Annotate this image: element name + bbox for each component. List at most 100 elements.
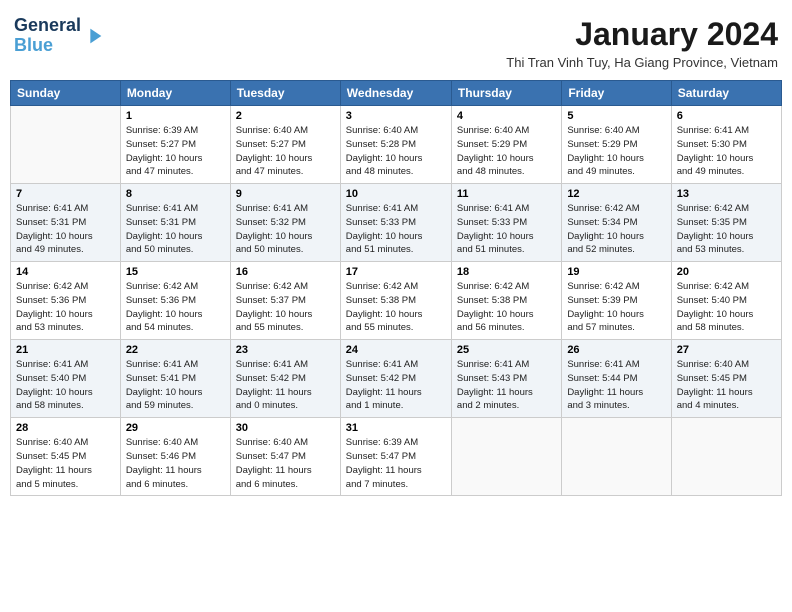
calendar-cell: 12 Sunrise: 6:42 AMSunset: 5:34 PMDayligh… [562,184,671,262]
day-info: Sunrise: 6:40 AMSunset: 5:28 PMDaylight:… [346,124,446,179]
day-number: 17 [346,266,446,278]
day-number: 7 [16,188,115,200]
calendar-cell: 9Sunrise: 6:41 AMSunset: 5:32 PMDaylight… [230,184,340,262]
calendar-cell: 16Sunrise: 6:42 AMSunset: 5:37 PMDayligh… [230,262,340,340]
day-info: Sunrise: 6:41 AMSunset: 5:41 PMDaylight:… [126,358,225,413]
title-section: January 2024 Thi Tran Vinh Tuy, Ha Giang… [506,16,778,70]
day-info: Sunrise: 6:41 AMSunset: 5:31 PMDaylight:… [126,202,225,257]
calendar-cell: 31 Sunrise: 6:39 AMSunset: 5:47 PMDayligh… [340,418,451,496]
calendar-cell: 30 Sunrise: 6:40 AMSunset: 5:47 PMDayligh… [230,418,340,496]
day-number: 21 [16,344,115,356]
day-info: Sunrise: 6:41 AMSunset: 5:44 PMDaylight:… [567,358,665,413]
day-info: Sunrise: 6:42 AMSunset: 5:36 PMDaylight:… [16,280,115,335]
day-number: 5 [567,110,665,122]
calendar-cell: 20 Sunrise: 6:42 AMSunset: 5:40 PMDayligh… [671,262,781,340]
calendar-cell: 24Sunrise: 6:41 AMSunset: 5:42 PMDayligh… [340,340,451,418]
calendar-cell: 23Sunrise: 6:41 AMSunset: 5:42 PMDayligh… [230,340,340,418]
day-number: 23 [236,344,335,356]
day-info: Sunrise: 6:41 AMSunset: 5:33 PMDaylight:… [457,202,556,257]
day-number: 25 [457,344,556,356]
day-number: 15 [126,266,225,278]
calendar-cell: 10 Sunrise: 6:41 AMSunset: 5:33 PMDayligh… [340,184,451,262]
day-info: Sunrise: 6:42 AMSunset: 5:34 PMDaylight:… [567,202,665,257]
calendar-cell: 15Sunrise: 6:42 AMSunset: 5:36 PMDayligh… [120,262,230,340]
day-info: Sunrise: 6:40 AMSunset: 5:47 PMDaylight:… [236,436,335,491]
calendar-week-row: 1 Sunrise: 6:39 AMSunset: 5:27 PMDaylight… [11,106,782,184]
day-number: 13 [677,188,776,200]
calendar-week-row: 14Sunrise: 6:42 AMSunset: 5:36 PMDayligh… [11,262,782,340]
calendar-cell: 25 Sunrise: 6:41 AMSunset: 5:43 PMDayligh… [451,340,561,418]
weekday-header-thursday: Thursday [451,81,561,106]
day-number: 12 [567,188,665,200]
day-number: 18 [457,266,556,278]
calendar-cell: 21 Sunrise: 6:41 AMSunset: 5:40 PMDayligh… [11,340,121,418]
calendar-header-row: SundayMondayTuesdayWednesdayThursdayFrid… [11,81,782,106]
weekday-header-sunday: Sunday [11,81,121,106]
calendar-cell: 6 Sunrise: 6:41 AMSunset: 5:30 PMDaylight… [671,106,781,184]
calendar-cell: 14Sunrise: 6:42 AMSunset: 5:36 PMDayligh… [11,262,121,340]
day-number: 8 [126,188,225,200]
day-info: Sunrise: 6:41 AMSunset: 5:40 PMDaylight:… [16,358,115,413]
day-number: 22 [126,344,225,356]
calendar-cell: 3 Sunrise: 6:40 AMSunset: 5:28 PMDaylight… [340,106,451,184]
day-info: Sunrise: 6:41 AMSunset: 5:31 PMDaylight:… [16,202,115,257]
location-subtitle: Thi Tran Vinh Tuy, Ha Giang Province, Vi… [506,55,778,70]
calendar-cell: 19Sunrise: 6:42 AMSunset: 5:39 PMDayligh… [562,262,671,340]
logo-text: GeneralBlue [14,16,81,56]
day-info: Sunrise: 6:40 AMSunset: 5:46 PMDaylight:… [126,436,225,491]
calendar-cell: 22 Sunrise: 6:41 AMSunset: 5:41 PMDayligh… [120,340,230,418]
day-number: 26 [567,344,665,356]
calendar-cell: 7 Sunrise: 6:41 AMSunset: 5:31 PMDaylight… [11,184,121,262]
day-info: Sunrise: 6:40 AMSunset: 5:45 PMDaylight:… [677,358,776,413]
day-info: Sunrise: 6:39 AMSunset: 5:47 PMDaylight:… [346,436,446,491]
calendar-cell: 29 Sunrise: 6:40 AMSunset: 5:46 PMDayligh… [120,418,230,496]
day-info: Sunrise: 6:41 AMSunset: 5:33 PMDaylight:… [346,202,446,257]
weekday-header-saturday: Saturday [671,81,781,106]
day-number: 10 [346,188,446,200]
calendar-cell: 4 Sunrise: 6:40 AMSunset: 5:29 PMDaylight… [451,106,561,184]
day-number: 30 [236,422,335,434]
day-info: Sunrise: 6:41 AMSunset: 5:30 PMDaylight:… [677,124,776,179]
day-info: Sunrise: 6:40 AMSunset: 5:45 PMDaylight:… [16,436,115,491]
day-number: 4 [457,110,556,122]
day-info: Sunrise: 6:41 AMSunset: 5:42 PMDaylight:… [346,358,446,413]
calendar-cell [451,418,561,496]
day-info: Sunrise: 6:40 AMSunset: 5:29 PMDaylight:… [457,124,556,179]
day-number: 2 [236,110,335,122]
calendar-cell: 27Sunrise: 6:40 AMSunset: 5:45 PMDayligh… [671,340,781,418]
day-info: Sunrise: 6:41 AMSunset: 5:32 PMDaylight:… [236,202,335,257]
day-info: Sunrise: 6:41 AMSunset: 5:43 PMDaylight:… [457,358,556,413]
day-number: 28 [16,422,115,434]
day-number: 6 [677,110,776,122]
calendar-cell [562,418,671,496]
weekday-header-monday: Monday [120,81,230,106]
day-number: 1 [126,110,225,122]
day-number: 20 [677,266,776,278]
day-info: Sunrise: 6:42 AMSunset: 5:38 PMDaylight:… [346,280,446,335]
day-info: Sunrise: 6:42 AMSunset: 5:35 PMDaylight:… [677,202,776,257]
day-info: Sunrise: 6:40 AMSunset: 5:27 PMDaylight:… [236,124,335,179]
page-header: GeneralBlue January 2024 Thi Tran Vinh T… [10,10,782,76]
calendar-week-row: 28 Sunrise: 6:40 AMSunset: 5:45 PMDayligh… [11,418,782,496]
day-info: Sunrise: 6:39 AMSunset: 5:27 PMDaylight:… [126,124,225,179]
day-number: 16 [236,266,335,278]
day-info: Sunrise: 6:42 AMSunset: 5:40 PMDaylight:… [677,280,776,335]
weekday-header-wednesday: Wednesday [340,81,451,106]
logo-icon [83,25,105,47]
calendar-table: SundayMondayTuesdayWednesdayThursdayFrid… [10,80,782,496]
calendar-cell: 26 Sunrise: 6:41 AMSunset: 5:44 PMDayligh… [562,340,671,418]
weekday-header-friday: Friday [562,81,671,106]
day-number: 29 [126,422,225,434]
day-number: 31 [346,422,446,434]
calendar-cell [671,418,781,496]
day-number: 11 [457,188,556,200]
calendar-week-row: 21 Sunrise: 6:41 AMSunset: 5:40 PMDayligh… [11,340,782,418]
calendar-cell: 18 Sunrise: 6:42 AMSunset: 5:38 PMDayligh… [451,262,561,340]
day-info: Sunrise: 6:40 AMSunset: 5:29 PMDaylight:… [567,124,665,179]
calendar-cell: 11 Sunrise: 6:41 AMSunset: 5:33 PMDayligh… [451,184,561,262]
day-number: 3 [346,110,446,122]
day-info: Sunrise: 6:42 AMSunset: 5:38 PMDaylight:… [457,280,556,335]
calendar-cell: 17 Sunrise: 6:42 AMSunset: 5:38 PMDayligh… [340,262,451,340]
calendar-cell: 5 Sunrise: 6:40 AMSunset: 5:29 PMDaylight… [562,106,671,184]
calendar-cell: 28 Sunrise: 6:40 AMSunset: 5:45 PMDayligh… [11,418,121,496]
